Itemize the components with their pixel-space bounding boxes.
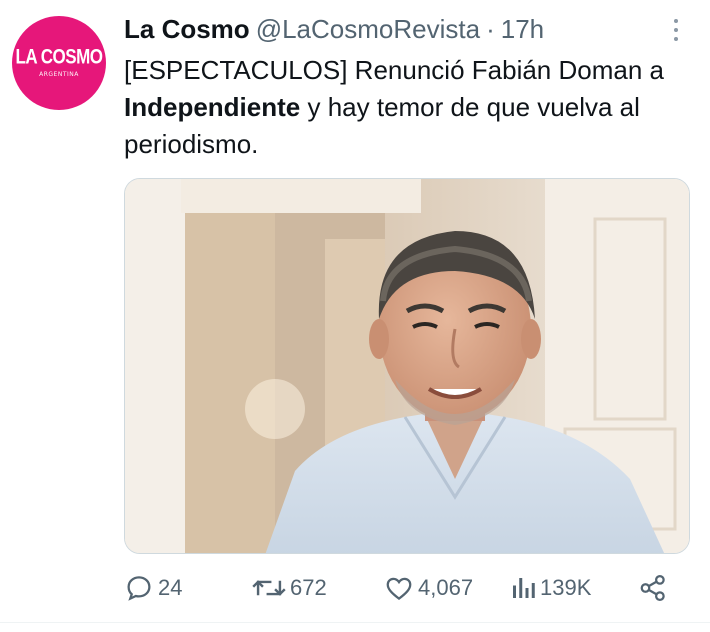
tweet-text: [ESPECTACULOS] Renunció Fabián Doman a I… — [124, 52, 684, 163]
share-icon — [640, 575, 665, 601]
tweet-text-bold: Independiente — [124, 92, 301, 122]
reply-button[interactable]: 24 — [124, 570, 182, 606]
heart-icon — [386, 577, 412, 601]
tweet-actions: 24 672 4,067 139K — [124, 570, 684, 606]
reply-icon — [127, 576, 151, 601]
like-count: 4,067 — [418, 575, 474, 600]
tweet-header: La Cosmo @LaCosmoRevista · 17h — [124, 12, 544, 46]
author-handle[interactable]: @LaCosmoRevista — [256, 14, 480, 45]
repost-count: 672 — [290, 575, 327, 600]
timestamp[interactable]: 17h — [501, 14, 544, 45]
repost-icon — [252, 580, 286, 596]
photo-illustration — [125, 179, 689, 553]
avatar-logo-text: LA COSMO — [15, 44, 103, 69]
share-button[interactable] — [638, 570, 668, 606]
separator-dot: · — [486, 13, 495, 44]
reply-count: 24 — [158, 575, 183, 600]
views-count: 139K — [540, 575, 592, 600]
repost-button[interactable]: 672 — [252, 570, 327, 606]
like-button[interactable]: 4,067 — [384, 570, 473, 606]
avatar[interactable]: LA COSMO ARGENTINA — [12, 16, 106, 110]
divider — [0, 622, 710, 623]
views-button[interactable]: 139K — [510, 570, 591, 606]
author-name[interactable]: La Cosmo — [124, 14, 250, 45]
more-vertical-icon[interactable] — [664, 14, 688, 46]
tweet-text-part-1: [ESPECTACULOS] Renunció Fabián Doman a — [124, 55, 664, 85]
avatar-subtitle: ARGENTINA — [39, 71, 79, 78]
views-chart-icon — [513, 578, 535, 598]
tweet-media-photo[interactable] — [124, 178, 690, 554]
